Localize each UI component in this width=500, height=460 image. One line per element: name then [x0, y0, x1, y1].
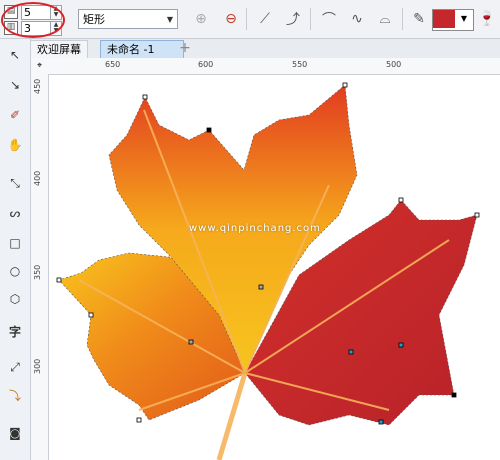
goblet-icon[interactable]: 🍷	[476, 8, 498, 30]
table-size-controls: ▤ ▲▼ ▥ ▲▼	[0, 2, 70, 38]
text-tool-icon[interactable]: 字	[4, 321, 26, 341]
horizontal-ruler[interactable]: 650 600 550 500	[48, 58, 500, 75]
fill-tool-icon[interactable]: ◙	[4, 423, 26, 443]
ruler-label: 600	[198, 60, 214, 69]
separator	[246, 8, 247, 30]
shape-type-dropdown[interactable]: 矩形 ▼	[78, 9, 178, 29]
drawing-canvas[interactable]: www.qinpinchang.com	[49, 75, 500, 460]
smear-tool-icon[interactable]: ✐	[4, 105, 26, 125]
ruler-origin-icon[interactable]: ⌖	[31, 58, 49, 75]
shape-type-value: 矩形	[83, 13, 105, 26]
ruler-label: 350	[33, 264, 42, 280]
document-tabs: 欢迎屏幕 未命名 -1 +	[0, 39, 500, 59]
highlight-ring	[1, 2, 65, 38]
tab-welcome[interactable]: 欢迎屏幕	[30, 40, 88, 58]
line-segment-icon[interactable]: ⟋	[254, 8, 276, 30]
connector-icon[interactable]: ⤵	[4, 385, 26, 405]
eyedropper-icon[interactable]: ✎	[408, 8, 430, 30]
pick-tool-icon[interactable]: ↖	[4, 45, 26, 65]
to-curve-icon[interactable]: ⤴	[282, 8, 304, 30]
pan-tool-icon[interactable]: ✋	[4, 135, 26, 155]
smooth-node-icon[interactable]: ∿	[346, 8, 368, 30]
ruler-label: 400	[33, 170, 42, 186]
shape-tool-icon[interactable]: ↘	[4, 75, 26, 95]
tab-document[interactable]: 未命名 -1	[100, 40, 184, 58]
parallel-dimension-icon[interactable]: ⤢	[4, 357, 26, 377]
toolbox: ↖ ↘ ✐ ✋ ⤡ ᔕ □ ○ ⬡ 字 ⤢ ⤵ ◙	[0, 39, 31, 460]
polygon-tool-icon[interactable]: ⬡	[4, 289, 26, 309]
symmetric-node-icon[interactable]: ⌓	[374, 8, 396, 30]
rectangle-tool-icon[interactable]: □	[4, 233, 26, 253]
ruler-label: 550	[292, 60, 308, 69]
chevron-down-icon: ▼	[166, 14, 174, 24]
delete-node-icon[interactable]: ⊖	[220, 8, 242, 30]
watermark-text: www.qinpinchang.com	[189, 223, 321, 234]
fill-color-picker[interactable]: ▼	[432, 9, 474, 31]
separator	[310, 8, 311, 30]
bezier-tool-icon[interactable]: ⤡	[4, 173, 26, 193]
ruler-label: 450	[33, 78, 42, 94]
cusp-node-icon[interactable]: ⌒	[318, 8, 340, 30]
maple-leaf-drawing[interactable]	[49, 75, 500, 460]
ruler-label: 300	[33, 358, 42, 374]
add-tab-button[interactable]: +	[178, 40, 192, 57]
vertical-ruler[interactable]: 450 400 350 300	[31, 74, 49, 460]
fill-color-swatch	[433, 10, 455, 28]
ruler-label: 650	[105, 60, 121, 69]
ruler-label: 500	[386, 60, 402, 69]
chevron-down-icon: ▼	[460, 14, 468, 23]
artistic-media-icon[interactable]: ᔕ	[4, 203, 26, 223]
property-bar: ▤ ▲▼ ▥ ▲▼ 矩形 ▼ ⊕ ⊖ ⟋ ⤴ ⌒ ∿ ⌓ ✎ ▼ 🍷	[0, 0, 500, 39]
separator	[402, 8, 403, 30]
add-node-icon[interactable]: ⊕	[190, 8, 212, 30]
ellipse-tool-icon[interactable]: ○	[4, 261, 26, 281]
